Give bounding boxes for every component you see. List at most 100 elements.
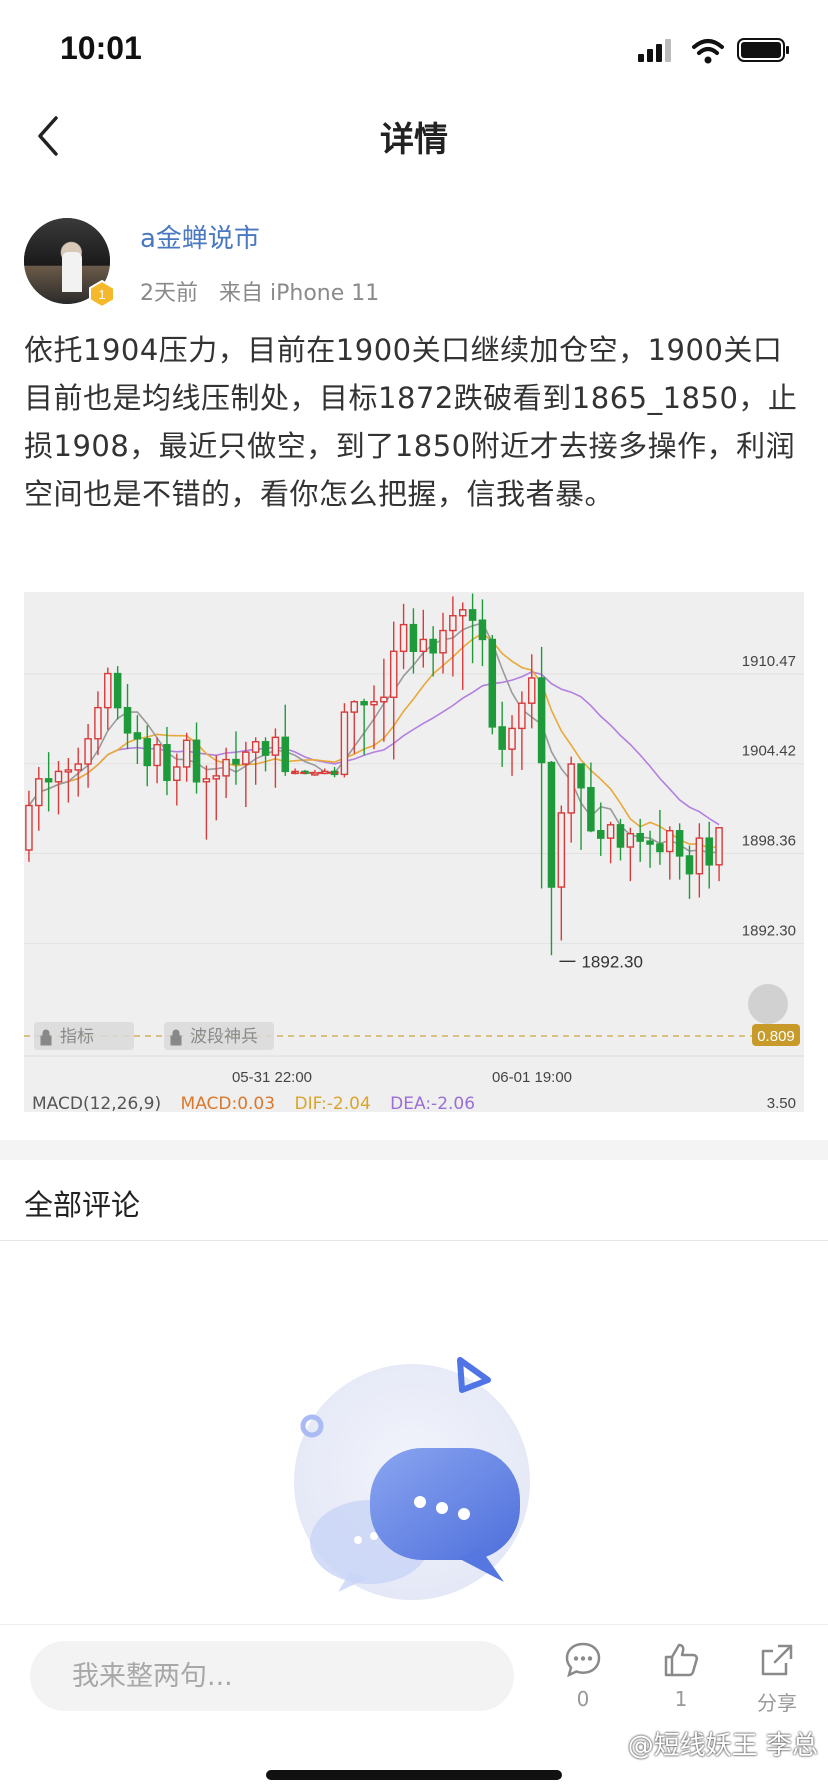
chart-svg: 1892.30 1910.47 1904.42 1898.36 1892.30 指标 波段神… bbox=[24, 593, 804, 1112]
candle-body bbox=[518, 702, 526, 730]
candle-body bbox=[163, 744, 171, 782]
candle-body bbox=[389, 650, 398, 698]
candle-body bbox=[271, 736, 280, 756]
like-button[interactable]: 1 bbox=[646, 1641, 716, 1711]
candle-body bbox=[498, 726, 506, 750]
share-icon bbox=[761, 1644, 793, 1676]
candlestick-chart[interactable]: 1892.30 1910.47 1904.42 1898.36 1892.30 指标 波段神… bbox=[24, 592, 804, 1112]
candle-body bbox=[439, 629, 447, 654]
share-label: 分享 bbox=[757, 1691, 797, 1715]
candle-body bbox=[656, 843, 664, 853]
candle-body bbox=[488, 638, 497, 728]
candle-body bbox=[251, 741, 260, 753]
nav-bar: 详情 bbox=[0, 98, 828, 174]
avatar[interactable]: 1 bbox=[24, 218, 115, 308]
candle-body bbox=[695, 837, 704, 875]
candle-body bbox=[192, 739, 201, 783]
candle-body bbox=[419, 638, 428, 653]
macd-legend: MACD(12,26,9) MACD:0.03 DIF:-2.04 DEA:-2… bbox=[32, 1094, 489, 1112]
author-name[interactable]: a金蝉说市 bbox=[140, 218, 260, 255]
candle-body bbox=[616, 824, 625, 848]
right-badge-label: 0.809 bbox=[757, 1028, 795, 1045]
candle-body bbox=[84, 738, 92, 765]
candle-body bbox=[242, 751, 250, 765]
status-bar: 10:01 bbox=[0, 0, 828, 100]
candle-body bbox=[182, 739, 191, 768]
post-source: 来自 iPhone 11 bbox=[219, 281, 380, 306]
candle-body bbox=[606, 824, 615, 839]
candle-body bbox=[64, 769, 73, 773]
y-tick-label: 1898.36 bbox=[742, 833, 796, 850]
candle-body bbox=[54, 770, 63, 783]
status-icons bbox=[634, 36, 794, 66]
macd-value: MACD:0.03 bbox=[180, 1094, 276, 1112]
candle-body bbox=[527, 677, 536, 704]
candle-body bbox=[547, 761, 556, 888]
expand-icon bbox=[748, 984, 788, 1024]
y-tick-label: 1904.42 bbox=[742, 743, 796, 760]
macd-right-value: 3.50 bbox=[767, 1095, 796, 1112]
candle-body bbox=[153, 744, 161, 767]
wifi-icon bbox=[692, 39, 724, 64]
candle-body bbox=[587, 787, 595, 832]
signal-icon bbox=[638, 39, 671, 62]
comment-count: 0 bbox=[576, 1687, 590, 1711]
y-tick-label: 1892.30 bbox=[742, 922, 796, 939]
candle-body bbox=[468, 609, 477, 621]
page-title: 详情 bbox=[380, 120, 448, 160]
candle-body bbox=[202, 778, 211, 783]
candle-body bbox=[94, 706, 102, 740]
candle-body bbox=[666, 830, 674, 853]
macd-label: MACD(12,26,9) bbox=[32, 1094, 162, 1112]
candle-body bbox=[212, 775, 221, 780]
y-tick-label: 1910.47 bbox=[742, 653, 796, 670]
x-tick-label: 06-01 19:00 bbox=[492, 1069, 572, 1086]
candle-body bbox=[705, 837, 713, 866]
candle-body bbox=[675, 830, 684, 857]
candle-body bbox=[626, 832, 635, 848]
candle-body bbox=[133, 732, 142, 740]
candle-body bbox=[557, 812, 566, 888]
post-detail-page: 10:01 详情 1 a金蝉说市 2天前 来自 iPhone 11 依托1904… bbox=[0, 0, 828, 1792]
like-count: 1 bbox=[674, 1687, 688, 1711]
candle-body bbox=[113, 672, 122, 709]
low-annotation-label: 1892.30 bbox=[581, 952, 642, 971]
thumbs-up-icon bbox=[664, 1643, 699, 1677]
candle-body bbox=[567, 763, 575, 814]
candle-body bbox=[44, 778, 53, 783]
candle-body bbox=[340, 711, 349, 776]
candle-body bbox=[104, 672, 112, 709]
candle-body bbox=[360, 701, 368, 706]
candle-body bbox=[715, 827, 723, 866]
x-tick-label: 05-31 22:00 bbox=[232, 1069, 312, 1086]
level-badge-icon: 1 bbox=[89, 280, 115, 308]
candle-body bbox=[646, 840, 654, 845]
bottom-action-bar: 0 1 分享 @短线妖王 李总 bbox=[0, 1624, 828, 1792]
candle-body bbox=[429, 638, 437, 654]
candle-body bbox=[399, 623, 408, 653]
comment-button[interactable]: 0 bbox=[548, 1641, 618, 1711]
dif-value: DIF:-2.04 bbox=[294, 1094, 371, 1112]
candle-body bbox=[380, 696, 388, 703]
candle-body bbox=[143, 738, 151, 767]
candle-body bbox=[232, 758, 240, 765]
comment-icon bbox=[565, 1642, 601, 1678]
candle-body bbox=[35, 778, 43, 807]
candle-body bbox=[449, 615, 457, 632]
author-meta: 2天前 来自 iPhone 11 bbox=[140, 275, 393, 307]
candle-body bbox=[685, 855, 694, 875]
candle-body bbox=[597, 830, 605, 839]
comments-title: 全部评论 bbox=[24, 1188, 141, 1222]
candle-body bbox=[74, 763, 82, 771]
candle-body bbox=[261, 741, 270, 756]
overlay-badge-label: 波段神兵 bbox=[190, 1027, 258, 1047]
candle-body bbox=[478, 619, 487, 641]
candle-body bbox=[173, 766, 181, 782]
post-text: 依托1904压力，目前在1900关口继续加仓空，1900关口目前也是均线压制处，… bbox=[24, 333, 798, 511]
candle-body bbox=[222, 758, 230, 777]
post-time: 2天前 bbox=[140, 281, 198, 306]
status-time: 10:01 bbox=[60, 30, 142, 66]
share-button[interactable]: 分享 bbox=[742, 1641, 812, 1716]
candle-body bbox=[123, 706, 132, 734]
comment-input[interactable] bbox=[30, 1641, 514, 1711]
